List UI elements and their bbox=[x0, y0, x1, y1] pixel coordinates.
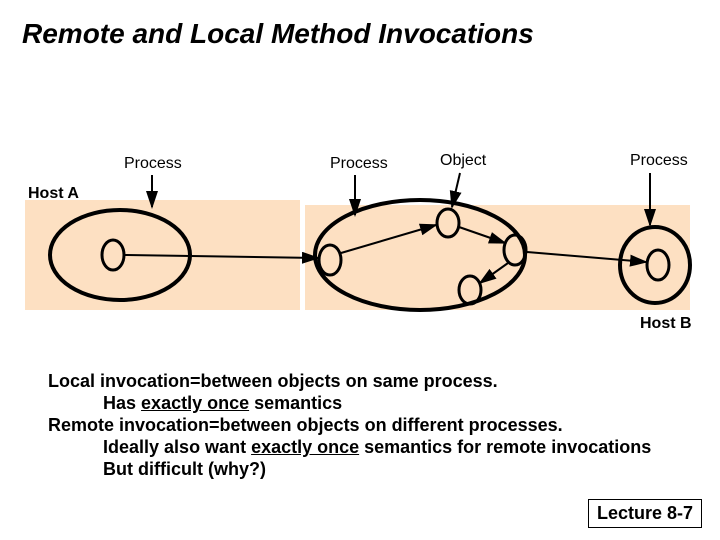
body-line-1: Local invocation=between objects on same… bbox=[48, 371, 498, 391]
body-text: Local invocation=between objects on same… bbox=[48, 370, 651, 480]
slide-title: Remote and Local Method Invocations bbox=[22, 18, 534, 50]
underline-exactly-once-1: exactly once bbox=[141, 393, 249, 413]
body-line-3: Remote invocation=between objects on dif… bbox=[48, 415, 563, 435]
diagram-svg bbox=[0, 145, 720, 350]
underline-exactly-once-2: exactly once bbox=[251, 437, 359, 457]
slide-footer: Lecture 8-7 bbox=[588, 499, 702, 528]
body-line-5: But difficult (why?) bbox=[48, 459, 266, 479]
